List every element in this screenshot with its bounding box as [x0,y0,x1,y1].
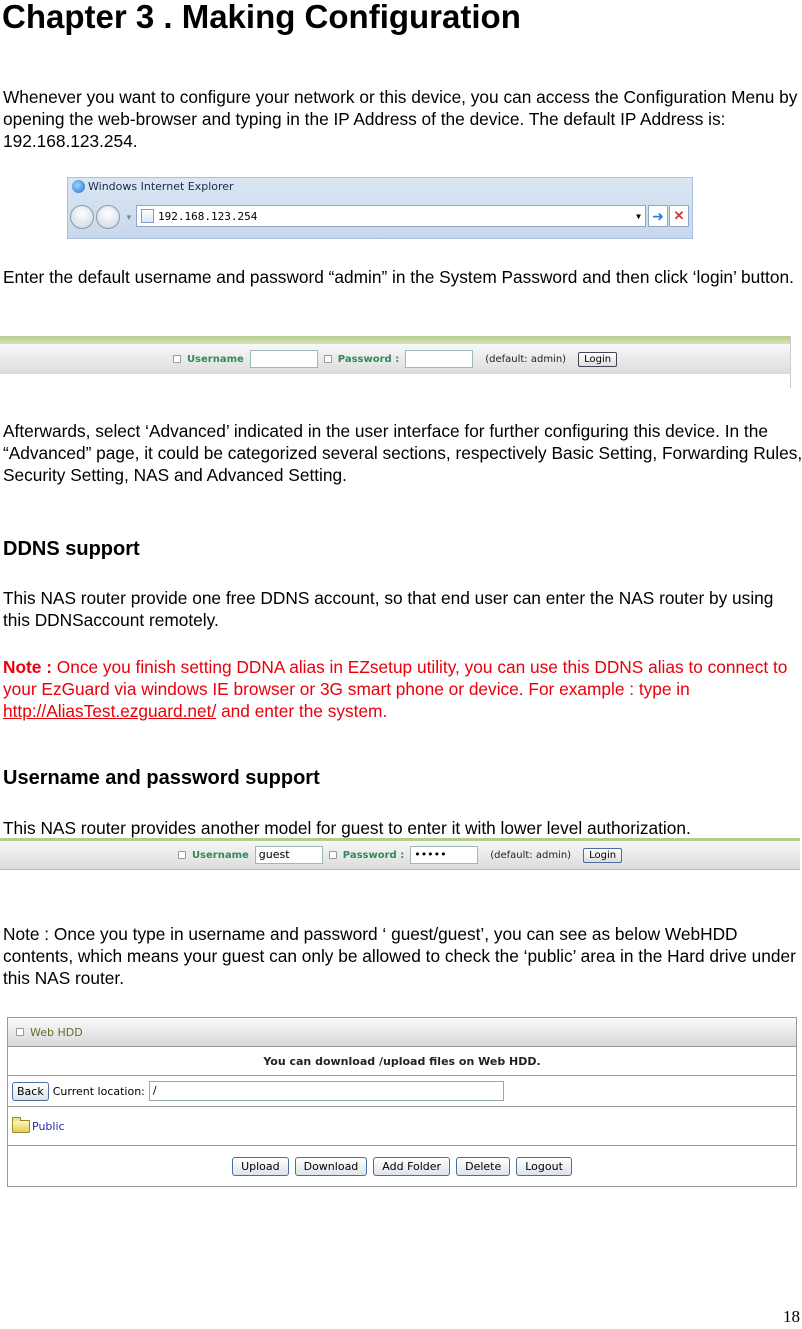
ddns-paragraph: This NAS router provide one free DDNS ac… [3,588,774,630]
default-hint: (default: admin) [490,849,572,861]
password-input[interactable]: ••••• [410,846,479,864]
webhdd-title: Web HDD [30,1025,83,1039]
ie-nav-buttons: ▼ [70,205,133,229]
back-button[interactable]: Back [12,1081,49,1101]
ddns-heading: DDNS support [3,538,140,560]
logout-button[interactable]: Logout [516,1156,572,1176]
login-instruction: Enter the default username and password … [3,267,794,287]
address-value: 192.168.123.254 [158,209,258,223]
ie-window-screenshot: Windows Internet Explorer ▼ 192.168.123.… [67,177,693,239]
location-input[interactable]: / [148,1081,504,1101]
login-form-guest: Username guest Password : ••••• (default… [0,838,800,876]
userpass-paragraph: This NAS router provides another model f… [3,818,691,838]
green-bar [0,336,790,344]
back-icon[interactable] [70,205,94,229]
webhdd-header: Web HDD [8,1018,796,1047]
username-label: Username [191,849,249,861]
add-folder-button[interactable]: Add Folder [373,1156,451,1176]
folder-public[interactable]: Public [32,1120,65,1133]
login-form-default: Username Password : (default: admin) Log… [0,336,791,388]
username-input[interactable]: guest [254,846,323,864]
password-input[interactable] [405,350,474,368]
bullet-icon [328,851,337,859]
alias-link[interactable]: http://AliasTest.ezguard.net/ [3,701,216,721]
webhdd-panel: Web HDD You can download /upload files o… [7,1017,797,1187]
ie-title: Windows Internet Explorer [88,180,234,193]
note-text-2: and enter the system. [216,701,388,721]
history-dropdown-icon[interactable]: ▼ [125,213,133,222]
login-button[interactable]: Login [578,351,618,367]
password-label: Password : [342,849,405,861]
login-bar: Username Password : (default: admin) Log… [0,344,790,374]
download-button[interactable]: Download [294,1156,368,1176]
bullet-icon [323,355,332,363]
login-button[interactable]: Login [583,847,623,863]
folder-row: Public [8,1107,796,1146]
userpass-heading: Username and password support [3,767,320,789]
delete-button[interactable]: Delete [456,1156,511,1176]
password-label: Password : [337,353,400,365]
page-number: 18 [783,1307,800,1326]
ddns-note: Note : Once you finish setting DDNA alia… [3,656,802,722]
folder-icon [12,1116,30,1133]
forward-icon[interactable] [96,205,120,229]
location-label: Current location: [52,1084,145,1098]
address-dropdown-icon[interactable]: ▼ [636,212,641,221]
default-hint: (default: admin) [485,353,567,365]
advanced-paragraph: Afterwards, select ‘Advanced’ indicated … [3,421,802,485]
bullet-icon [172,355,181,363]
intro-paragraph: Whenever you want to configure your netw… [3,87,798,151]
note-label: Note : [3,657,52,677]
upload-button[interactable]: Upload [232,1156,289,1176]
ie-title-bar: Windows Internet Explorer [72,180,234,193]
location-row: Back Current location: / [8,1076,796,1107]
go-arrow-icon[interactable]: ➜ [648,205,668,227]
chapter-title: Chapter 3 . Making Configuration [2,0,521,35]
address-bar[interactable]: 192.168.123.254 ▼ [136,205,646,227]
login-bar: Username guest Password : ••••• (default… [0,841,800,870]
bullet-icon [177,851,186,859]
ie-logo-icon [72,180,85,193]
webhdd-message: You can download /upload files on Web HD… [263,1054,541,1068]
note-text-1: Once you finish setting DDNA alias in EZ… [3,657,788,699]
action-buttons-row: Upload Download Add Folder Delete Logout [8,1146,796,1186]
webhdd-message-row: You can download /upload files on Web HD… [8,1047,796,1076]
guest-note: Note : Once you type in username and pas… [3,924,796,988]
stop-icon[interactable]: ✕ [669,205,689,227]
username-input[interactable] [249,350,318,368]
page-icon [141,209,154,223]
bullet-icon [16,1028,24,1036]
username-label: Username [186,353,244,365]
